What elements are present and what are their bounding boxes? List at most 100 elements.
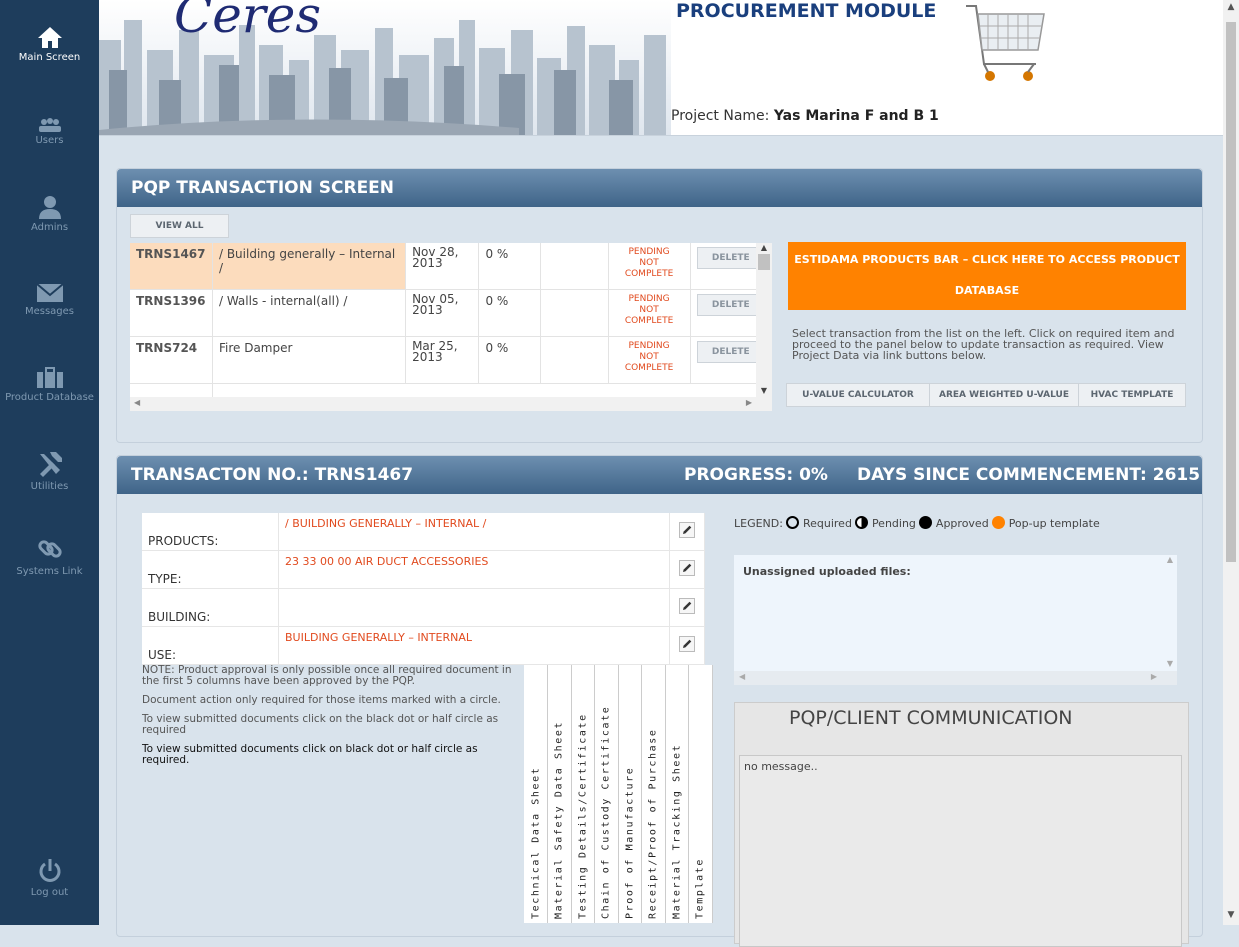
list-hscrollbar[interactable]: ◀ ▶ bbox=[130, 397, 772, 411]
column-label: Material Safety Data Sheet bbox=[553, 720, 565, 919]
scrollbar-thumb[interactable] bbox=[758, 254, 770, 270]
table-row[interactable]: TRNS724 Fire Damper Mar 25, 2013 0 % PENDING… bbox=[130, 336, 772, 384]
scroll-up-icon[interactable]: ▲ bbox=[1223, 2, 1239, 12]
field-value: / BUILDING GENERALLY – INTERNAL / bbox=[278, 513, 670, 551]
document-columns: Technical Data Sheet Material Safety Data… bbox=[524, 665, 713, 923]
scroll-up-icon[interactable]: ▲ bbox=[1163, 555, 1177, 564]
edit-button[interactable] bbox=[669, 588, 705, 627]
scrollbar-thumb[interactable] bbox=[1226, 22, 1236, 562]
edit-button[interactable] bbox=[669, 513, 705, 551]
product-field-row: BUILDING: bbox=[142, 588, 705, 627]
briefcase-icon bbox=[36, 367, 63, 388]
view-all-button[interactable]: VIEW ALL bbox=[130, 214, 229, 238]
table-row[interactable]: TRNS1467/ Building generally – Internal … bbox=[130, 243, 772, 290]
table-row[interactable]: TRNS1396/ Walls - internal(all) / Nov 05,… bbox=[130, 289, 772, 337]
edit-button[interactable] bbox=[669, 626, 705, 665]
status-text: COMPLETE bbox=[624, 316, 674, 326]
delete-button[interactable]: DELETE bbox=[696, 247, 765, 269]
product-field-row: PRODUCTS: / BUILDING GENERALLY – INTERNAL… bbox=[142, 513, 705, 551]
transaction-detail-panel: TRANSACTON NO.: TRNS1467 PROGRESS: 0% DA… bbox=[116, 455, 1203, 947]
message-area[interactable]: no message.. bbox=[739, 755, 1182, 947]
power-icon bbox=[39, 859, 60, 882]
transaction-list: TRNS1467/ Building generally – Internal … bbox=[130, 243, 772, 411]
scroll-down-icon[interactable]: ▼ bbox=[1163, 659, 1177, 668]
document-column-header: Template bbox=[689, 665, 713, 923]
transaction-description: / Walls - internal(all) / bbox=[212, 289, 407, 337]
scroll-left-icon[interactable]: ◀ bbox=[739, 672, 745, 681]
transaction-date: Nov 28, 2013 bbox=[405, 243, 480, 290]
area-weighted-u-value-button[interactable]: AREA WEIGHTED U-VALUE bbox=[929, 383, 1079, 407]
status-text: NOT bbox=[639, 258, 659, 268]
document-column-header: Testing Details/Certificate bbox=[571, 665, 595, 923]
message-text: no message.. bbox=[744, 760, 818, 773]
sidebar-item-product-database[interactable]: Product Database bbox=[0, 367, 99, 403]
field-value: 23 33 00 00 AIR DUCT ACCESSORIES bbox=[278, 550, 670, 589]
module-title: PROCUREMENT MODULE bbox=[676, 0, 937, 22]
sidebar-item-main-screen[interactable]: Main Screen bbox=[0, 25, 99, 63]
transaction-progress: 0 % bbox=[478, 243, 541, 290]
document-column-header: Material Safety Data Sheet bbox=[548, 665, 572, 923]
sidebar-item-users[interactable]: Users bbox=[0, 118, 99, 146]
required-circle-icon bbox=[786, 516, 800, 529]
hvac-template-button[interactable]: HVAC TEMPLATE bbox=[1078, 383, 1186, 407]
legend-label: LEGEND: bbox=[734, 517, 783, 530]
project-value: Yas Marina F and B 1 bbox=[773, 108, 939, 124]
transaction-date: Nov 05, 2013 bbox=[405, 289, 480, 337]
home-icon bbox=[37, 27, 62, 48]
edit-button[interactable] bbox=[669, 550, 705, 589]
document-column-header: Material Tracking Sheet bbox=[665, 665, 689, 923]
status-text: NOT bbox=[639, 352, 659, 362]
document-column-header: Technical Data Sheet bbox=[524, 665, 548, 923]
column-label: Receipt/Proof of Purchase bbox=[647, 728, 659, 919]
sidebar-item-label: Product Database bbox=[5, 392, 94, 403]
list-scrollbar[interactable]: ▲ ▼ bbox=[756, 243, 772, 397]
scroll-up-icon[interactable]: ▲ bbox=[756, 243, 772, 252]
sidebar-item-admins[interactable]: Admins bbox=[0, 195, 99, 233]
pencil-icon bbox=[679, 522, 695, 538]
transaction-header: TRANSACTON NO.: TRNS1467 PROGRESS: 0% DA… bbox=[117, 456, 1202, 494]
app-logo: Ceres bbox=[174, 0, 321, 44]
files-hscrollbar[interactable]: ◀ ▶ bbox=[734, 671, 1177, 685]
transaction-id: TRNS1396 bbox=[130, 289, 213, 337]
logout-button[interactable]: Log out bbox=[0, 858, 99, 898]
product-fields-table: PRODUCTS: / BUILDING GENERALLY – INTERNAL… bbox=[142, 513, 705, 665]
column-label: Template bbox=[694, 858, 706, 919]
transaction-number: TRANSACTON NO.: TRNS1467 bbox=[131, 465, 414, 485]
scroll-right-icon[interactable]: ▶ bbox=[1151, 672, 1157, 681]
sidebar-item-label: Utilities bbox=[30, 481, 69, 492]
column-label: Chain of Custody Certificate bbox=[600, 705, 612, 919]
pqp-transaction-panel: PQP TRANSACTION SCREEN VIEW ALL TRNS1467… bbox=[116, 168, 1203, 443]
scroll-left-icon[interactable]: ◀ bbox=[134, 398, 140, 407]
note-text: To view submitted documents click on bla… bbox=[142, 743, 478, 766]
transaction-progress: 0 % bbox=[478, 336, 541, 384]
note-text: To view submitted documents click on the… bbox=[142, 713, 499, 736]
panel-title: PQP TRANSACTION SCREEN bbox=[117, 169, 1202, 207]
sidebar-item-label: Messages bbox=[24, 306, 75, 317]
u-value-calculator-button[interactable]: U-VALUE CALCULATOR bbox=[786, 383, 930, 407]
legend-popup: Pop-up template bbox=[1008, 517, 1100, 530]
sidebar-item-utilities[interactable]: Utilities bbox=[0, 450, 99, 492]
transaction-date: Mar 25, 2013 bbox=[405, 336, 480, 384]
sidebar-item-messages[interactable]: Messages bbox=[0, 283, 99, 317]
page-scrollbar[interactable]: ▲ ▼ bbox=[1223, 0, 1239, 925]
legend-required: Required bbox=[802, 517, 852, 530]
status-cell: PENDING NOT COMPLETE bbox=[608, 336, 691, 384]
empty-cell bbox=[540, 336, 609, 384]
column-label: Testing Details/Certificate bbox=[577, 713, 588, 919]
scroll-right-icon[interactable]: ▶ bbox=[746, 398, 752, 407]
estidama-products-bar[interactable]: ESTIDAMA PRODUCTS BAR – CLICK HERE TO AC… bbox=[788, 242, 1186, 310]
sidebar-item-label: Main Screen bbox=[18, 52, 81, 63]
unassigned-files-label: Unassigned uploaded files: bbox=[743, 565, 911, 578]
status-text: COMPLETE bbox=[624, 269, 674, 279]
delete-button[interactable]: DELETE bbox=[696, 341, 765, 363]
field-value: BUILDING GENERALLY – INTERNAL bbox=[278, 626, 670, 665]
status-text: COMPLETE bbox=[624, 363, 674, 373]
delete-button[interactable]: DELETE bbox=[696, 294, 765, 316]
empty-cell bbox=[540, 243, 609, 290]
files-scrollbar[interactable]: ▲ ▼ bbox=[1163, 555, 1177, 670]
scroll-down-icon[interactable]: ▼ bbox=[1223, 910, 1239, 920]
product-field-row: USE: BUILDING GENERALLY – INTERNAL bbox=[142, 626, 705, 665]
sidebar-item-systems-link[interactable]: Systems Link bbox=[0, 535, 99, 577]
transaction-id: TRNS724 bbox=[130, 336, 213, 384]
scroll-down-icon[interactable]: ▼ bbox=[756, 386, 772, 395]
